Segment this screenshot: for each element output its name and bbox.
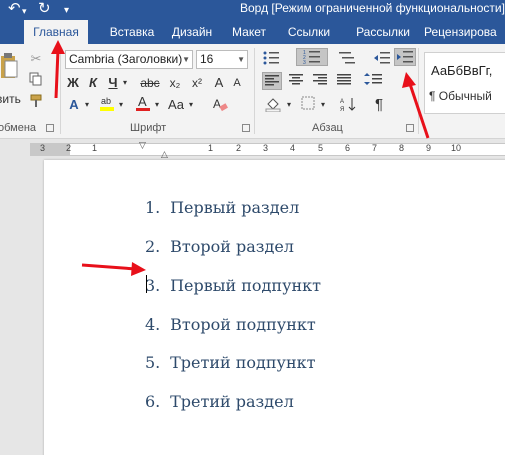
arrow-to-home-tab-icon <box>51 40 65 99</box>
arrow-to-increase-indent-icon <box>402 72 430 139</box>
arrow-to-list-item-icon <box>81 262 146 276</box>
annotation-arrows <box>51 40 430 276</box>
word-window: ↶ ▾ ↻ ▾ Ворд [Режим ограниченной функцио… <box>0 0 505 455</box>
